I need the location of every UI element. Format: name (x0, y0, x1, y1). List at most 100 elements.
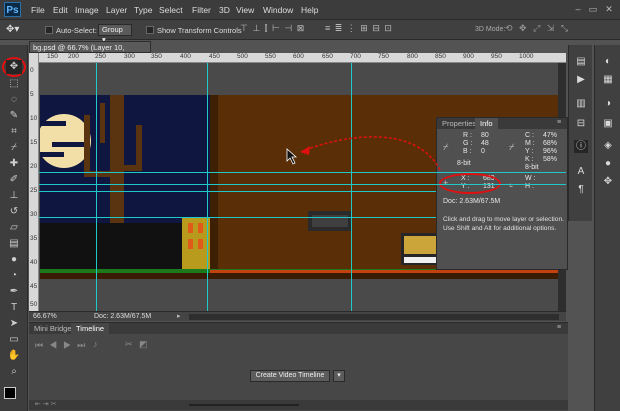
channels-icon[interactable]: ● (601, 157, 615, 170)
window (188, 239, 193, 249)
minimize-button[interactable]: – (572, 3, 584, 15)
layers-icon[interactable]: ◈ (601, 139, 615, 152)
swatches-icon[interactable]: ▦ (601, 73, 615, 86)
close-button[interactable]: ✕ (603, 3, 615, 15)
history-brush-tool-icon[interactable]: ↺ (6, 205, 22, 219)
tab-timeline[interactable]: Timeline (71, 323, 110, 334)
navigator-icon[interactable]: ⊟ (574, 117, 588, 130)
lasso-tool-icon[interactable]: ◌ (6, 93, 22, 107)
horizontal-guide[interactable] (39, 191, 436, 192)
horizontal-scrollbar[interactable] (189, 314, 559, 320)
brush-tool-icon[interactable]: ✐ (6, 173, 22, 187)
tab-info[interactable]: Info (475, 118, 498, 129)
create-video-timeline-button[interactable]: Create Video Timeline (250, 370, 330, 382)
zoom-tool-icon[interactable]: ⌕ (6, 365, 22, 379)
rgb-bit-depth: 8-bit (457, 160, 471, 167)
history-icon[interactable]: ▤ (574, 55, 588, 68)
color-icon[interactable]: ◐ (601, 55, 615, 68)
marquee-tool-icon[interactable]: ⬚ (6, 77, 22, 91)
vertical-guide[interactable] (207, 63, 208, 311)
playback-controls[interactable]: ⏮◀▶⏭ (35, 340, 91, 351)
menu-view[interactable]: View (236, 5, 254, 15)
align-icons[interactable]: ⊤ ⊥ ⫿ ⊢ ⊣ ⊠ (240, 23, 305, 34)
vertical-guide[interactable] (96, 63, 97, 311)
horizontal-guide[interactable] (39, 184, 436, 185)
pen-tool-icon[interactable]: ✒ (6, 285, 22, 299)
floor-trim (210, 270, 558, 273)
floor (40, 273, 558, 279)
clone-stamp-tool-icon[interactable]: ⊥ (6, 189, 22, 203)
document-tab[interactable]: bg.psd @ 66.7% (Layer 10, RGB/8) × (29, 41, 151, 64)
dodge-tool-icon[interactable]: ◔ (6, 269, 22, 283)
menu-select[interactable]: Select (159, 5, 183, 15)
crop-tool-icon[interactable]: ⌗ (6, 125, 22, 139)
cloud (40, 152, 64, 157)
adjustments-icon[interactable]: ◑ (601, 97, 615, 110)
menu-file[interactable]: File (31, 5, 45, 15)
actions-icon[interactable]: ▶ (574, 73, 588, 86)
auto-select-dropdown[interactable]: Group ▾ (98, 24, 132, 44)
eyedropper-tool-icon[interactable]: ⌿ (6, 141, 22, 155)
horizontal-guide[interactable] (39, 172, 436, 173)
timeline-dropdown-icon[interactable]: ▾ (333, 370, 345, 382)
move-tool-preset-icon[interactable]: ✥▾ (6, 24, 19, 35)
menu-edit[interactable]: Edit (53, 5, 68, 15)
menu-help[interactable]: Help (301, 5, 318, 15)
shape-tool-icon[interactable]: ▭ (6, 333, 22, 347)
menu-filter[interactable]: Filter (192, 5, 211, 15)
timeline-menu-icon[interactable]: ≡ (557, 324, 561, 331)
type-tool-icon[interactable]: T (6, 301, 22, 315)
ruler-tick-left: 40 (30, 259, 38, 266)
menu-window[interactable]: Window (263, 5, 293, 15)
ruler-tick-left: 20 (30, 163, 38, 170)
ruler-tick: 800 (407, 53, 418, 60)
transform-controls-checkbox[interactable] (146, 26, 154, 34)
doc-size-status[interactable]: Doc: 2.63M/67.5M (94, 313, 151, 320)
healing-brush-tool-icon[interactable]: ✚ (6, 157, 22, 171)
path-select-tool-icon[interactable]: ➤ (6, 317, 22, 331)
menu-type[interactable]: Type (134, 5, 152, 15)
distribute-icons[interactable]: ≡ ≣ ⋮ ⊞ ⊟ ⊡ (325, 23, 393, 34)
horizontal-guide[interactable] (436, 172, 566, 173)
paragraph-icon[interactable]: ¶ (574, 183, 588, 196)
ruler-tick: 150 (47, 53, 58, 60)
tab-mini-bridge[interactable]: Mini Bridge (29, 323, 77, 334)
menu-image[interactable]: Image (75, 5, 99, 15)
split-icon[interactable]: ✂ (125, 339, 133, 350)
timeline-panel: Mini Bridge Timeline ≡ ⏮◀▶⏭ ♪ ✂ ◩ Create… (29, 322, 568, 411)
maximize-button[interactable]: ▭ (587, 3, 599, 15)
paths-icon[interactable]: ✥ (601, 175, 615, 188)
character-icon[interactable]: A (574, 165, 588, 178)
ruler-tick-left: 45 (30, 283, 38, 290)
ruler-tick: 350 (151, 53, 162, 60)
horizontal-guide[interactable] (39, 217, 436, 218)
menu-3d[interactable]: 3D (219, 5, 230, 15)
eraser-tool-icon[interactable]: ▱ (6, 221, 22, 235)
status-menu-arrow-icon[interactable]: ▸ (177, 312, 181, 320)
move-tool-icon[interactable]: ✥ (6, 60, 22, 74)
panel-menu-icon[interactable]: ≡ (557, 119, 561, 126)
zoom-slider[interactable] (189, 404, 299, 406)
vertical-guide[interactable] (351, 63, 352, 311)
quick-select-tool-icon[interactable]: ✎ (6, 109, 22, 123)
tree-branch (84, 115, 90, 177)
auto-select-checkbox[interactable] (45, 26, 53, 34)
timeline-footer-icons[interactable]: ⇤ ⇥ ✂ (35, 400, 57, 408)
info-panel-icon[interactable]: ⓘ (574, 140, 588, 153)
blur-tool-icon[interactable]: ● (6, 253, 22, 267)
3d-mode-icons[interactable]: ⟲ ✥ ⤢ ⇲ ⤡ (505, 23, 570, 34)
menu-layer[interactable]: Layer (106, 5, 127, 15)
hand-tool-icon[interactable]: ✋ (6, 349, 22, 363)
window (198, 239, 203, 249)
foreground-color-swatch[interactable] (4, 387, 16, 399)
styles-icon[interactable]: ▣ (601, 117, 615, 130)
audio-icon[interactable]: ♪ (93, 339, 98, 349)
histogram-icon[interactable]: ▥ (574, 97, 588, 110)
ruler-tick: 200 (68, 53, 79, 60)
horizontal-guide[interactable] (436, 184, 566, 185)
red-label: R : (463, 132, 472, 139)
transition-icon[interactable]: ◩ (139, 339, 148, 350)
zoom-level[interactable]: 66.67% (33, 313, 57, 320)
tree-branch (100, 103, 105, 143)
gradient-tool-icon[interactable]: ▤ (6, 237, 22, 251)
